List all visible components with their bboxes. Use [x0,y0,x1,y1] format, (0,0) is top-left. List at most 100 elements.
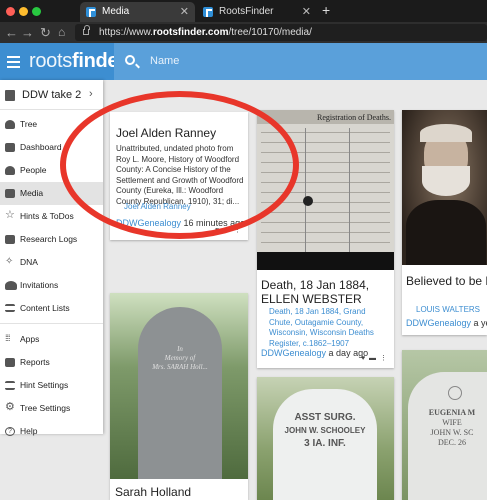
close-window-icon[interactable] [6,7,15,16]
heart-icon: ♥ [360,355,367,362]
forward-arrow-icon[interactable]: → [21,25,34,40]
gravestone-text: ASST SURG. JOHN W. SCHOOLEY 3 IA. INF. [284,412,366,449]
death-register-image[interactable]: Registration of Deaths. [257,110,394,270]
card-person-link[interactable]: LOUIS WALTERS [416,305,480,314]
sidebar-item-help[interactable]: ? Help [0,420,103,443]
heart-icon: ♥ [214,227,221,234]
maximize-window-icon[interactable] [32,7,41,16]
url-prefix: https://www. [99,27,153,38]
url-path: /tree/10170/media/ [228,27,312,38]
sidebar-item-media[interactable]: Media [0,182,103,205]
search-input[interactable]: Name [150,55,179,67]
reload-icon[interactable]: ↻ [40,25,51,41]
star-icon: ☆ [5,209,15,221]
gravestone-photo[interactable]: ASST SURG. JOHN W. SCHOOLEY 3 IA. INF. [257,377,394,500]
book-icon [5,235,15,244]
sidebar-item-people[interactable]: People [0,159,103,182]
card-user-link[interactable]: DDWGenealogy [116,218,181,228]
media-card-joel-ranney[interactable]: Joel Alden Ranney Unattributed, undated … [110,112,248,240]
sliders-icon [5,381,15,390]
sidebar-item-hints[interactable]: ☆ Hints & ToDos [0,205,103,228]
card-description: Death, 18 Jan 1884, Grand Chute, Outagam… [269,307,374,348]
printer-icon [5,358,15,367]
more-icon: ⋮ [380,355,388,362]
card-actions[interactable]: ♥ ▬ ⋮ [215,226,242,234]
name-search-bar[interactable]: Name [114,43,487,80]
card-user-link[interactable]: DDWGenealogy [261,348,326,358]
card-title: Sarah Holland [115,485,192,499]
card-byline: DDWGenealogy a ye... [406,318,487,328]
minimize-window-icon[interactable] [19,7,28,16]
sidebar-item-invitations[interactable]: Invitations [0,274,103,297]
gravestone-photo[interactable]: In Memory of Mrs. SARAH Holl... [110,293,248,479]
sidebar-item-hint-settings[interactable]: Hint Settings [0,374,103,397]
apps-icon: ⁞⁞⁞ [5,333,11,343]
rootsfinder-logo[interactable]: rootsfinder [29,50,126,73]
sidebar-item-tree[interactable]: Tree [0,113,103,136]
help-icon: ? [5,427,15,436]
lock-icon [83,25,90,35]
gear-icon: ⚙ [5,401,15,413]
tab-rootsfinder[interactable]: RootsFinder ✕ [197,2,317,22]
address-bar: ← → ↻ ⌂ https://www.rootsfinder.com/tree… [0,22,487,43]
tree-book-icon [5,90,15,101]
image-icon [5,189,15,198]
chevron-right-icon: › [89,88,93,100]
sidebar-divider [0,320,103,324]
list-icon [5,304,15,312]
search-icon [125,55,135,65]
rootsfinder-favicon-icon [86,7,96,17]
media-card-eugenia-gravestone[interactable]: EUGENIA M WIFE JOHN W. SC DEC. 26 [402,350,487,500]
dashboard-icon [5,143,15,152]
card-person-link[interactable]: Joel Alden Ranney [124,202,191,211]
media-card-schooley-gravestone[interactable]: ASST SURG. JOHN W. SCHOOLEY 3 IA. INF. [257,377,394,500]
sidebar-item-tree-settings[interactable]: ⚙ Tree Settings [0,397,103,420]
home-icon[interactable]: ⌂ [58,25,65,39]
portrait-photo[interactable] [402,110,487,265]
tree-selector[interactable]: DDW take 2 › [0,80,103,110]
sidebar-item-dashboard[interactable]: Dashboard [0,136,103,159]
more-icon: ⋮ [234,227,242,234]
sidebar-item-reports[interactable]: Reports [0,351,103,374]
card-title: Joel Alden Ranney [116,126,217,140]
comment-icon: ▬ [369,355,378,362]
card-title: Believed to be Lo... Walters [406,274,487,288]
sidebar-item-apps[interactable]: ⁞⁞⁞ Apps [0,328,103,351]
sidebar-item-dna[interactable]: ✧ DNA [0,251,103,274]
tree-name: DDW take 2 [22,89,82,101]
people-icon [5,281,17,290]
tab-label: Media [102,6,130,17]
card-actions[interactable]: ♥ ▬ ⋮ [361,354,388,362]
hamburger-menu-icon[interactable] [7,56,20,68]
url-field[interactable]: https://www.rootsfinder.com/tree/10170/m… [75,24,487,41]
tree-icon [5,120,15,129]
tab-label: RootsFinder [219,6,274,17]
register-heading: Registration of Deaths. [317,113,391,122]
cross-icon [448,386,462,400]
sidebar: DDW take 2 › Tree Dashboard People Media… [0,80,103,436]
card-time: a ye... [473,318,487,328]
dna-icon: ✧ [5,256,14,267]
back-arrow-icon[interactable]: ← [5,25,18,40]
sidebar-item-research-logs[interactable]: Research Logs [0,228,103,251]
app-header: rootsfinder Name [0,43,487,80]
rootsfinder-favicon-icon [203,7,213,17]
person-icon [5,166,15,175]
new-tab-button[interactable]: + [322,2,330,18]
comment-icon: ▬ [223,227,232,234]
media-card-death-record[interactable]: Registration of Deaths. Death, 18 Jan 18… [257,110,394,368]
card-description: Unattributed, undated photo from Roy L. … [116,144,244,206]
card-user-link[interactable]: DDWGenealogy [406,318,471,328]
media-card-sarah-holland[interactable]: In Memory of Mrs. SARAH Holl... Sarah Ho… [110,293,248,500]
gravestone-photo[interactable]: EUGENIA M WIFE JOHN W. SC DEC. 26 [402,350,487,500]
card-byline: DDWGenealogy a day ago [261,348,368,358]
gravestone-text: In Memory of Mrs. SARAH Holl... [152,345,208,371]
tab-media[interactable]: Media ✕ [80,2,195,22]
sidebar-item-content-lists[interactable]: Content Lists [0,297,103,320]
media-card-louis-walters[interactable]: Believed to be Lo... Walters LOUIS WALTE… [402,110,487,335]
gravestone-text: EUGENIA M WIFE JOHN W. SC DEC. 26 [428,408,476,447]
close-tab-icon[interactable]: ✕ [302,2,311,22]
url-domain: rootsfinder.com [152,27,229,38]
browser-tab-bar: Media ✕ RootsFinder ✕ + [0,0,487,22]
close-tab-icon[interactable]: ✕ [180,2,189,22]
